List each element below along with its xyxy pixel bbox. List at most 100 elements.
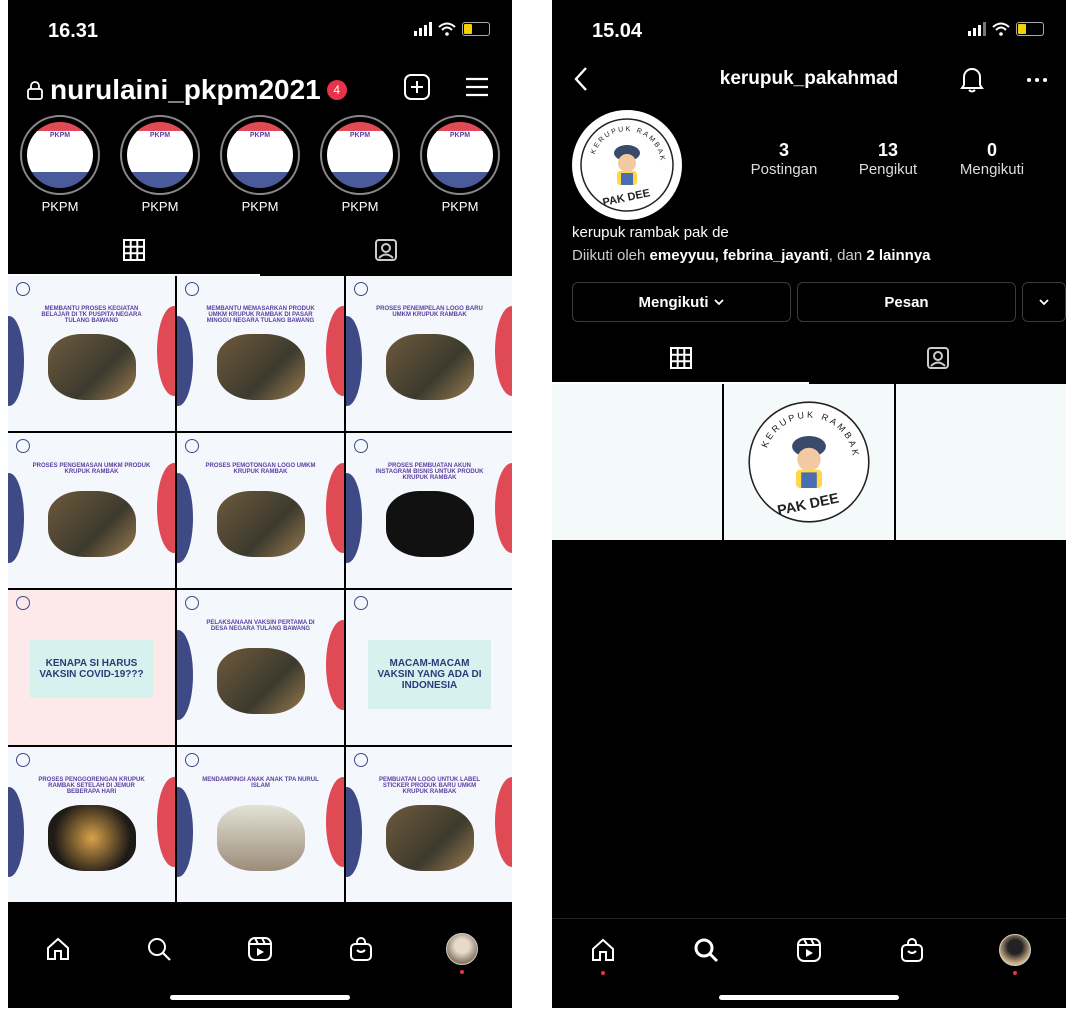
post-thumbnail[interactable]: MENDAMPINGI ANAK ANAK TPA NURUL ISLAM (177, 747, 344, 902)
highlight-item[interactable]: PKPM PKPM (218, 115, 302, 214)
post-photo (217, 491, 305, 557)
following-button[interactable]: Mengikuti (572, 282, 791, 322)
highlight-item[interactable]: PKPM PKPM (318, 115, 402, 214)
more-icon (1027, 78, 1047, 82)
stat-posts[interactable]: 3 Postingan (734, 140, 834, 178)
post-caption: PROSES PENGGORENGAN KRUPUK RAMBAK SETELA… (38, 777, 145, 795)
post-caption: PROSES PENGEMASAN UMKM PRODUK KRUPUK RAM… (32, 463, 151, 475)
post-thumbnail[interactable]: PEMBUATAN LOGO UNTUK LABEL STICKER PRODU… (346, 747, 512, 902)
post-thumbnail[interactable]: MACAM-MACAM VAKSIN YANG ADA DI INDONESIA (346, 590, 512, 745)
notification-badge: 4 (326, 80, 347, 100)
post-photo (217, 805, 305, 871)
highlight-item[interactable]: PKPM PKPM (118, 115, 202, 214)
search-icon (694, 938, 719, 963)
post-thumbnail[interactable]: PROSES PENEMPELAN LOGO BARU UMKM KRUPUK … (346, 276, 512, 431)
nav-profile[interactable] (445, 932, 479, 974)
highlight-label: PKPM (341, 199, 379, 214)
signal-icon (968, 22, 986, 36)
tab-grid[interactable] (8, 226, 260, 276)
post-thumbnail[interactable]: MEMBANTU PROSES KEGIATAN BELAJAR DI TK P… (8, 276, 175, 431)
post-thumbnail[interactable]: PROSES PEMOTONGAN LOGO UMKM KRUPUK RAMBA… (177, 433, 344, 588)
wifi-icon (438, 22, 456, 36)
stat-following[interactable]: 0 Mengikuti (942, 140, 1042, 178)
post-thumbnail[interactable] (552, 384, 722, 540)
brand-logo: KERUPUK RAMBAK PAK DEE (748, 401, 870, 523)
posts-grid: MEMBANTU PROSES KEGIATAN BELAJAR DI TK P… (8, 276, 512, 902)
notification-dot (1012, 971, 1017, 975)
highlight-cover: PKPM (427, 122, 493, 188)
nav-search[interactable] (142, 932, 176, 966)
post-thumbnail[interactable]: KENAPA SI HARUS VAKSIN COVID-19??? (8, 590, 175, 745)
highlight-item[interactable]: PKPM PKPM (18, 115, 102, 214)
message-button[interactable]: Pesan (797, 282, 1016, 322)
nav-reels[interactable] (792, 933, 826, 967)
post-thumbnail[interactable]: PROSES PEMBUATAN AKUN INSTAGRAM BISNIS U… (346, 433, 512, 588)
account-username: kerupuk_pakahmad (719, 68, 899, 89)
tab-grid[interactable] (552, 334, 809, 384)
post-caption: MACAM-MACAM VAKSIN YANG ADA DI INDONESIA (368, 640, 491, 709)
new-post-button[interactable] (400, 70, 434, 104)
highlight-item[interactable]: PKPM PKPM (418, 115, 502, 214)
status-icons (414, 22, 490, 36)
post-caption: PROSES PEMOTONGAN LOGO UMKM KRUPUK RAMBA… (205, 463, 316, 475)
more-options-button[interactable] (1026, 72, 1048, 90)
reels-icon (796, 938, 821, 962)
post-thumbnail[interactable] (896, 384, 1066, 540)
nav-home[interactable] (41, 932, 75, 966)
highlight-cover: PKPM (227, 122, 293, 188)
reels-icon (247, 937, 272, 961)
profile-tabs (8, 226, 512, 276)
stat-followers[interactable]: 13 Pengikut (838, 140, 938, 178)
tagged-user-icon (375, 239, 397, 261)
highlight-cover: PKPM (327, 122, 393, 188)
post-caption: PROSES PENEMPELAN LOGO BARU UMKM KRUPUK … (376, 306, 483, 318)
post-photo (217, 334, 305, 400)
nav-home[interactable] (586, 933, 620, 975)
profile-tabs (552, 334, 1066, 384)
post-caption: MEMBANTU PROSES KEGIATAN BELAJAR DI TK P… (41, 306, 142, 324)
post-photo (48, 491, 136, 557)
menu-button[interactable] (460, 70, 494, 104)
wifi-icon (992, 22, 1010, 36)
post-caption: MEMBANTU MEMASARKAN PRODUK UMKM KRUPUK R… (206, 306, 315, 324)
post-thumbnail[interactable]: MEMBANTU MEMASARKAN PRODUK UMKM KRUPUK R… (177, 276, 344, 431)
nav-profile[interactable] (998, 933, 1032, 975)
home-icon (47, 937, 70, 960)
profile-picture[interactable]: KERUPUK RAMBAK PAK DEE (572, 110, 682, 220)
post-thumbnail[interactable]: PELAKSANAAN VAKSIN PERTAMA DI DESA NEGAR… (177, 590, 344, 745)
post-caption: KENAPA SI HARUS VAKSIN COVID-19??? (30, 640, 153, 698)
notifications-button[interactable] (958, 64, 986, 99)
nav-shop[interactable] (344, 932, 378, 966)
avatar (445, 933, 478, 965)
nav-shop[interactable] (895, 933, 929, 967)
tab-tagged[interactable] (809, 334, 1066, 382)
suggested-accounts-button[interactable] (1022, 282, 1066, 322)
followed-by-text[interactable]: Diikuti oleh emeyyuu, febrina_jayanti, d… (572, 247, 931, 264)
left-phone-screen: 16.31 nurulaini_pkpm2021 4 PKPM PKPM PKP… (8, 0, 512, 1008)
plus-square-icon (404, 74, 430, 100)
shopping-bag-icon (349, 937, 372, 961)
post-caption: PROSES PEMBUATAN AKUN INSTAGRAM BISNIS U… (375, 463, 484, 481)
status-time: 16.31 (48, 20, 99, 42)
chevron-down-icon (713, 299, 724, 306)
nav-reels[interactable] (243, 932, 277, 966)
shopping-bag-icon (900, 938, 923, 962)
tagged-user-icon (926, 347, 949, 369)
account-username[interactable]: nurulaini_pkpm2021 (50, 74, 321, 106)
highlight-cover: PKPM (27, 122, 93, 188)
chevron-down-icon (1039, 299, 1049, 306)
home-indicator[interactable] (719, 995, 899, 1000)
post-thumbnail[interactable]: KERUPUK RAMBAK PAK DEE (724, 384, 894, 540)
post-thumbnail[interactable]: PROSES PENGGORENGAN KRUPUK RAMBAK SETELA… (8, 747, 175, 902)
notification-dot (459, 970, 464, 974)
posts-grid: KERUPUK RAMBAK PAK DEE (552, 384, 1066, 540)
battery-icon (1016, 22, 1044, 36)
bell-icon (960, 68, 984, 93)
post-thumbnail[interactable]: PROSES PENGEMASAN UMKM PRODUK KRUPUK RAM… (8, 433, 175, 588)
tab-tagged[interactable] (260, 226, 512, 274)
highlight-label: PKPM (441, 199, 479, 214)
highlight-label: PKPM (141, 199, 179, 214)
nav-search[interactable] (689, 933, 723, 967)
post-caption: PELAKSANAAN VAKSIN PERTAMA DI DESA NEGAR… (206, 620, 315, 632)
home-indicator[interactable] (170, 995, 350, 1000)
